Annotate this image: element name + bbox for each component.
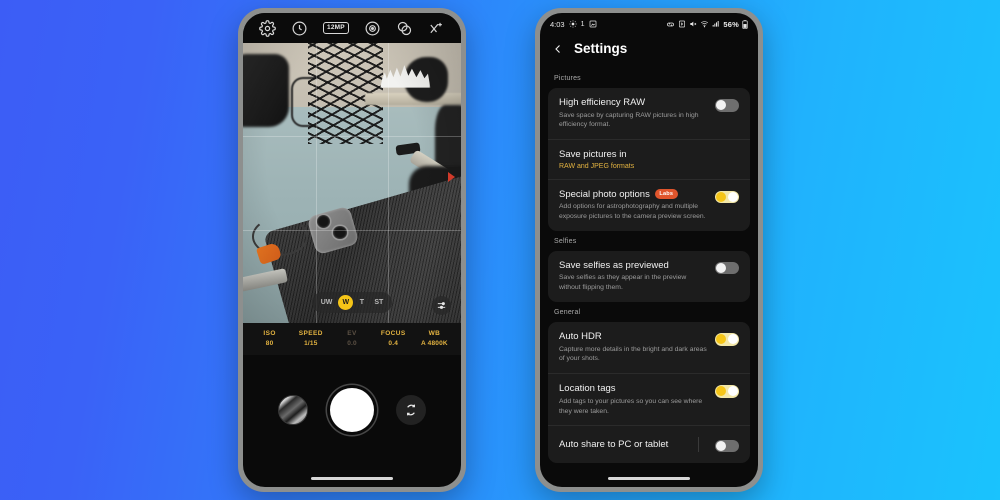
- toggle-location-tags[interactable]: [715, 385, 739, 398]
- settings-header: Settings: [540, 35, 758, 68]
- more-options-icon[interactable]: [428, 20, 445, 37]
- shutter-button[interactable]: [330, 388, 374, 432]
- left-phone-device: 12MP UW W T ST ISO 80 SPEED 1/15 EV 0.0 …: [238, 8, 466, 492]
- filters-icon[interactable]: [396, 20, 413, 37]
- setting-row-save-pictures-in[interactable]: Save pictures in RAW and JPEG formats: [548, 139, 750, 179]
- right-phone-device: 4:03 1 56% Settings Pictures High effici…: [535, 8, 763, 492]
- status-bar: 4:03 1 56%: [540, 13, 758, 35]
- section-label-pictures: Pictures: [554, 75, 581, 82]
- zoom-pill[interactable]: UW W T ST: [311, 292, 393, 313]
- zoom-selector[interactable]: UW W T ST: [243, 292, 461, 313]
- setting-description: Save space by capturing RAW pictures in …: [559, 111, 699, 129]
- setting-description: Add options for astrophotography and mul…: [559, 203, 706, 221]
- pro-item-wb[interactable]: WB A 4800K: [414, 330, 455, 347]
- setting-description: Capture more details in the bright and d…: [559, 345, 707, 363]
- pro-value-iso: 80: [265, 340, 274, 347]
- setting-row-auto-hdr[interactable]: Auto HDR Capture more details in the bri…: [548, 322, 750, 373]
- page-title: Settings: [574, 41, 628, 56]
- signal-icon: [713, 21, 720, 27]
- setting-title: Special photo options: [559, 188, 650, 200]
- status-bar-right: 56%: [666, 20, 748, 29]
- setting-title: Auto HDR: [559, 331, 602, 343]
- zoom-option-w[interactable]: W: [338, 295, 354, 310]
- toggle-high-efficiency-raw[interactable]: [715, 99, 739, 112]
- setting-description: Add tags to your pictures so you can see…: [559, 397, 703, 415]
- pro-key-iso: ISO: [263, 330, 276, 337]
- setting-title-wrap: Special photo options Labs: [559, 189, 707, 200]
- pro-settings-bar: ISO 80 SPEED 1/15 EV 0.0 FOCUS 0.4 WB A …: [243, 323, 461, 355]
- section-card-pictures: High efficiency RAW Save space by captur…: [548, 88, 750, 231]
- setting-row-special-photo-options[interactable]: Special photo options Labs Add options f…: [548, 178, 750, 231]
- pro-key-wb: WB: [428, 330, 441, 337]
- home-indicator-right: [608, 477, 690, 480]
- nfc-icon: [679, 20, 686, 28]
- toggle-auto-share[interactable]: [715, 439, 739, 453]
- pro-value-ev: 0.0: [347, 340, 357, 347]
- flip-camera-button[interactable]: [396, 395, 426, 425]
- metering-icon[interactable]: [364, 20, 381, 37]
- battery-percentage: 56%: [723, 19, 739, 29]
- setting-title: Save pictures in: [559, 149, 627, 161]
- toggle-auto-hdr[interactable]: [715, 333, 739, 346]
- zoom-option-st[interactable]: ST: [370, 296, 387, 309]
- pro-item-focus[interactable]: FOCUS 0.4: [373, 330, 414, 347]
- gallery-thumbnail[interactable]: [278, 395, 308, 425]
- pro-item-speed[interactable]: SPEED 1/15: [290, 330, 331, 347]
- left-phone-screen: 12MP UW W T ST ISO 80 SPEED 1/15 EV 0.0 …: [243, 13, 461, 487]
- setting-row-auto-share[interactable]: Auto share to PC or tablet: [548, 425, 750, 463]
- mute-icon: [690, 21, 697, 27]
- timer-icon[interactable]: [291, 20, 308, 37]
- row-divider: [698, 437, 699, 453]
- settings-list[interactable]: Pictures High efficiency RAW Save space …: [540, 68, 758, 464]
- section-card-selfies: Save selfies as previewed Save selfies a…: [548, 250, 750, 303]
- zoom-option-uw[interactable]: UW: [317, 296, 337, 309]
- screenshot-icon: [589, 20, 596, 28]
- section-card-general: Auto HDR Capture more details in the bri…: [548, 322, 750, 464]
- setting-title: Save selfies as previewed: [559, 259, 669, 271]
- pro-value-wb: A 4800K: [421, 340, 448, 347]
- location-icon: [568, 20, 577, 28]
- pro-key-focus: FOCUS: [380, 330, 406, 337]
- setting-title: Location tags: [559, 383, 616, 395]
- camera-top-toolbar: 12MP: [243, 13, 461, 43]
- home-indicator-left: [311, 477, 393, 480]
- back-chevron-icon[interactable]: [552, 43, 564, 55]
- setting-description: Save selfies as they appear in the previ…: [559, 274, 687, 292]
- section-label-general: General: [554, 309, 581, 317]
- flip-camera-icon: [406, 404, 416, 416]
- setting-row-location-tags[interactable]: Location tags Add tags to your pictures …: [548, 373, 750, 425]
- right-phone-screen: 4:03 1 56% Settings Pictures High effici…: [540, 13, 758, 487]
- setting-row-high-efficiency-raw[interactable]: High efficiency RAW Save space by captur…: [548, 88, 750, 139]
- level-indicator: [448, 171, 455, 182]
- camera-viewfinder[interactable]: UW W T ST: [243, 43, 461, 323]
- setting-row-save-selfies-as-previewed[interactable]: Save selfies as previewed Save selfies a…: [548, 251, 750, 302]
- pro-value-focus: 0.4: [388, 340, 399, 347]
- pro-key-speed: SPEED: [298, 330, 323, 337]
- camera-controls: [243, 355, 461, 447]
- status-bar-left: 4:03 1: [550, 20, 597, 29]
- pro-value-speed: 1/15: [304, 340, 318, 347]
- settings-gear-icon[interactable]: [258, 19, 276, 37]
- viewfinder-vignette: [243, 43, 461, 323]
- pro-slider-button[interactable]: [432, 296, 451, 315]
- toggle-save-selfies-as-previewed[interactable]: [715, 261, 739, 275]
- link-icon: [667, 22, 675, 26]
- pro-slider-icon: [437, 302, 446, 309]
- notification-count-icon: 1: [580, 20, 585, 28]
- resolution-badge[interactable]: 12MP: [323, 22, 349, 34]
- pro-item-iso[interactable]: ISO 80: [249, 330, 290, 347]
- labs-badge: Labs: [654, 189, 678, 200]
- wifi-icon: [701, 21, 709, 28]
- zoom-option-t[interactable]: T: [355, 296, 368, 309]
- pro-item-ev[interactable]: EV 0.0: [331, 330, 372, 347]
- status-time: 4:03: [550, 19, 565, 29]
- pro-key-ev: EV: [347, 330, 357, 337]
- battery-icon: [742, 19, 748, 29]
- setting-title: High efficiency RAW: [559, 97, 646, 108]
- setting-title: Auto share to PC or tablet: [559, 439, 669, 451]
- section-label-selfies: Selfies: [554, 237, 577, 245]
- toggle-special-photo-options[interactable]: [715, 190, 739, 204]
- setting-value: RAW and JPEG formats: [559, 162, 635, 170]
